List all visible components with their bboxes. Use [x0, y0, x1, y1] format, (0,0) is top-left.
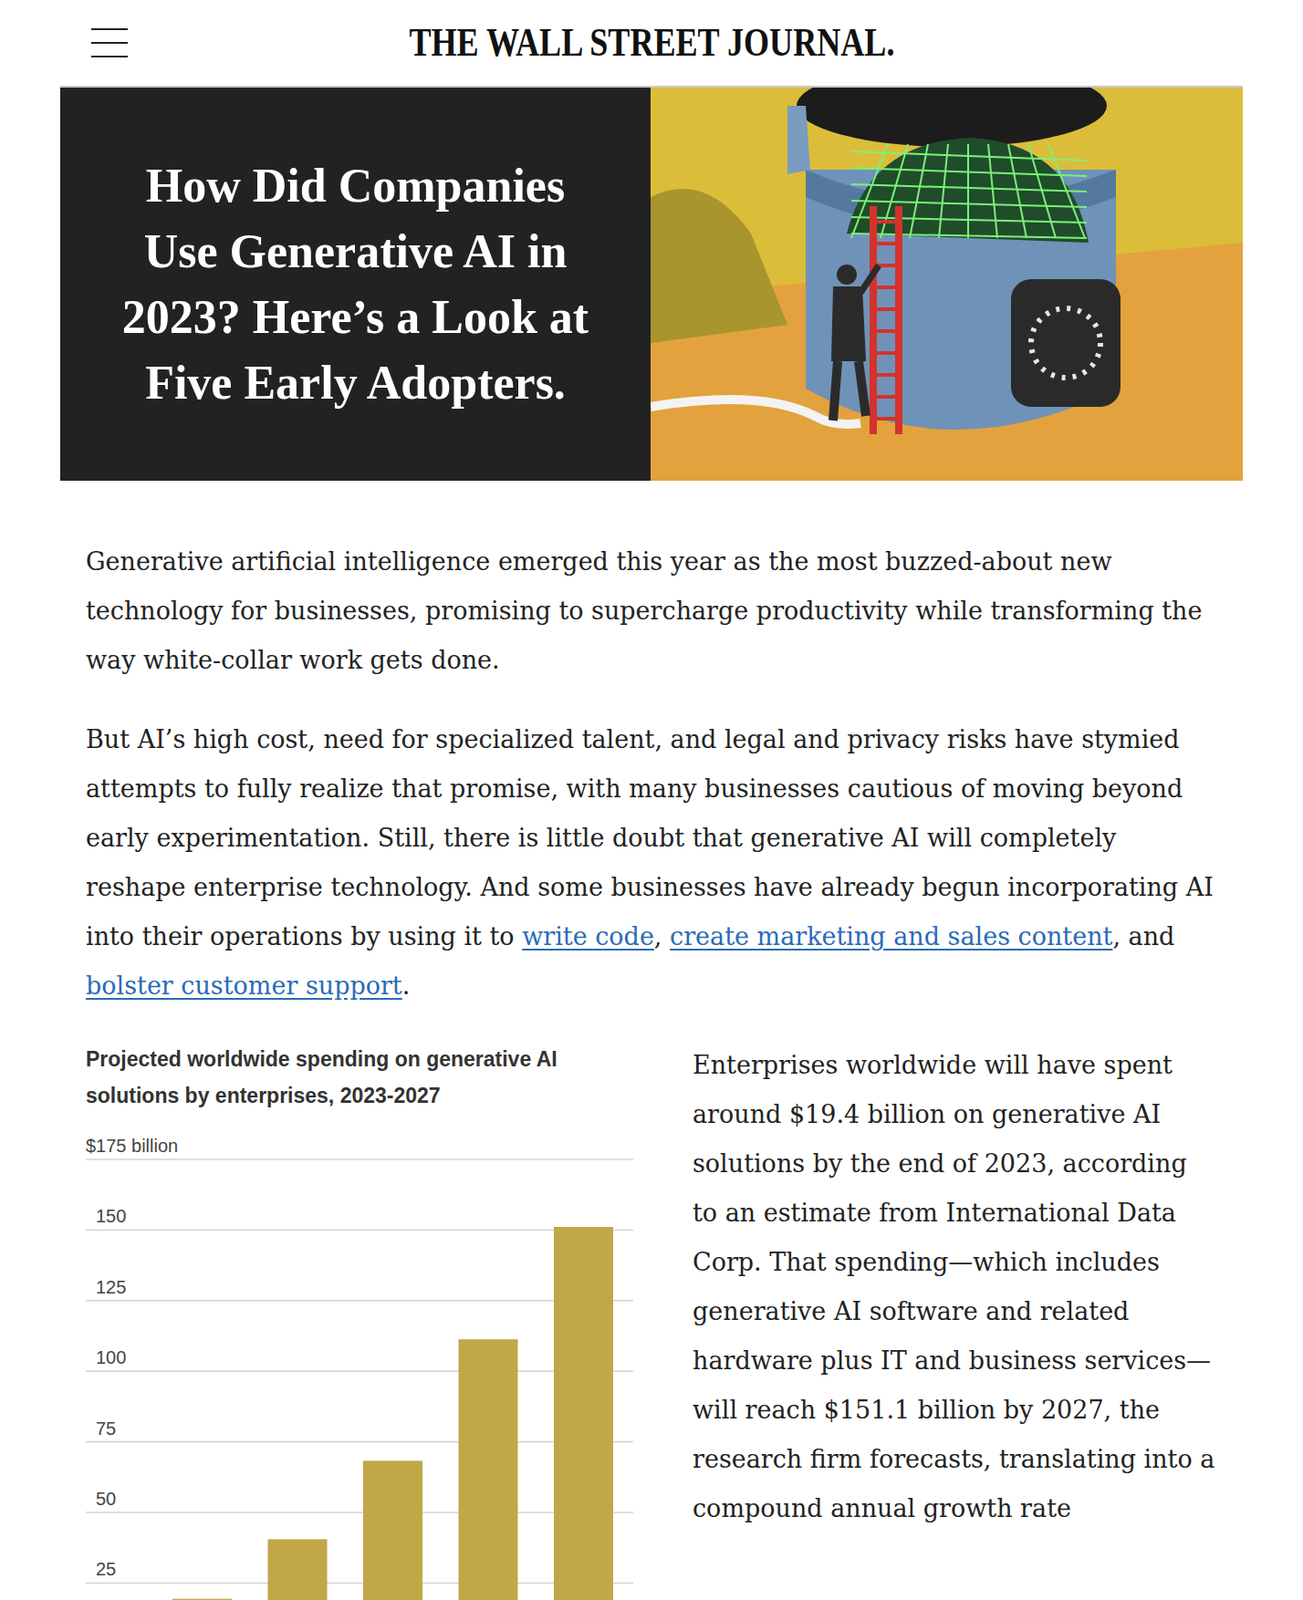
article-link[interactable]: write code [521, 922, 655, 951]
bar-chart: $175 billion 150 125 100 75 50 25 [85, 1132, 634, 1600]
hero-illustration [650, 87, 1243, 481]
site-logo[interactable]: THE WALL STREET JOURNAL. [408, 19, 895, 67]
svg-text:$175 billion: $175 billion [85, 1136, 178, 1157]
gridline: 150 [85, 1206, 634, 1231]
gridline: 75 [85, 1418, 634, 1443]
bar [553, 1227, 614, 1600]
article-link[interactable]: bolster customer support [85, 971, 403, 1001]
gridline: 125 [85, 1277, 634, 1302]
menu-icon [91, 28, 128, 31]
menu-button[interactable] [91, 26, 128, 60]
bar [458, 1339, 519, 1600]
article-body: Generative artificial intelligence emerg… [60, 480, 1243, 1600]
hero: How Did Companies Use Generative AI in 2… [60, 87, 1243, 481]
gridline: 25 [85, 1559, 634, 1584]
site-header: THE WALL STREET JOURNAL. [60, 0, 1243, 88]
svg-text:25: 25 [95, 1559, 116, 1580]
svg-text:150: 150 [95, 1206, 126, 1227]
chart-title: Projected worldwide spending on generati… [85, 1041, 634, 1115]
svg-text:125: 125 [95, 1277, 126, 1298]
svg-text:50: 50 [95, 1489, 116, 1510]
gridline: 100 [85, 1347, 634, 1372]
bar [268, 1539, 328, 1600]
chart: Projected worldwide spending on generati… [85, 1041, 634, 1600]
headline: How Did Companies Use Generative AI in 2… [111, 153, 600, 417]
paragraph: But AI’s high cost, need for specialized… [85, 715, 1218, 1012]
paragraph: Generative artificial intelligence emerg… [85, 537, 1218, 686]
side-paragraph: Enterprises worldwide will have spent ar… [692, 1041, 1218, 1600]
bar [363, 1460, 423, 1600]
svg-text:75: 75 [95, 1418, 116, 1439]
bar [172, 1599, 232, 1600]
gridline: 50 [85, 1489, 634, 1513]
article-link[interactable]: create marketing and sales content [669, 922, 1113, 951]
svg-text:100: 100 [95, 1347, 126, 1368]
